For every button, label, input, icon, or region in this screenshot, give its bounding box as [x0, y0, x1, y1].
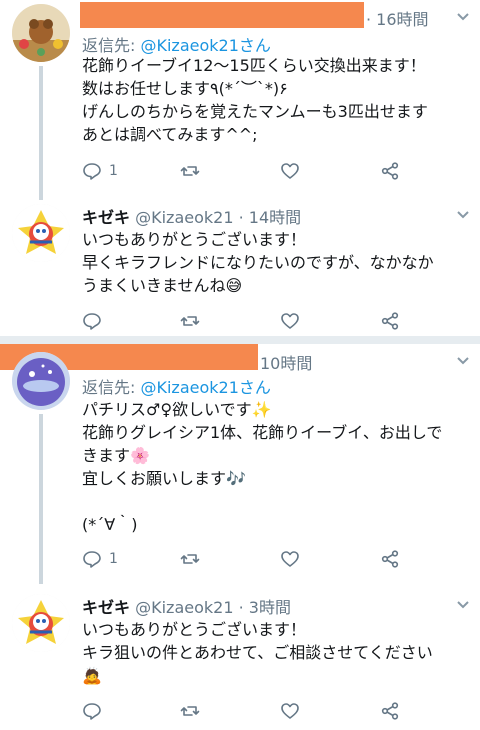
- share-button[interactable]: [380, 700, 400, 722]
- caret-down-icon[interactable]: [456, 10, 470, 24]
- reply-button[interactable]: [82, 310, 102, 332]
- like-icon: [281, 163, 299, 179]
- retweet-button[interactable]: [180, 700, 200, 722]
- redacted-user-name: [80, 2, 364, 28]
- tweet-3[interactable]: 10時間 返信先: @Kizaeok21さん パチリス♂♀欲しいです✨ 花飾りグ…: [0, 344, 480, 584]
- like-button[interactable]: [280, 310, 300, 332]
- retweet-icon: [180, 554, 200, 564]
- tweet-2[interactable]: キゼキ @Kizaeok21 · 14時間 いつもありがとうございます！ 早くキ…: [0, 196, 480, 336]
- reply-icon: [83, 163, 101, 180]
- share-icon: [381, 162, 399, 180]
- share-button[interactable]: [380, 548, 400, 570]
- reply-icon: [83, 551, 101, 568]
- reply-icon: [83, 703, 101, 720]
- reply-button[interactable]: 1: [82, 160, 118, 182]
- thread-line: [39, 66, 43, 200]
- caret-down-icon[interactable]: [456, 208, 470, 222]
- tweet-text-line: 宜しくお願いします🎶: [82, 469, 246, 488]
- reply-context: 返信先: @Kizaeok21さん: [82, 374, 271, 398]
- retweet-button[interactable]: [180, 310, 200, 332]
- retweet-icon: [180, 316, 200, 326]
- tweet-text: 花飾りイーブイ12〜15匹くらい交換出来ます！ 数はお任せします٩(*´︶`*)…: [82, 54, 462, 146]
- reply-context: 返信先: @Kizaeok21さん: [82, 32, 271, 56]
- tweet-text-line: 🙇: [82, 666, 102, 685]
- tweet-text-line: パチリス♂♀欲しいです✨: [82, 400, 272, 419]
- tweet-actions: [82, 310, 422, 334]
- like-icon: [281, 703, 299, 719]
- reply-mention[interactable]: @Kizaeok21さん: [140, 36, 270, 55]
- tweet-text-line: げんしのちからを覚えたマンムーも3匹出せます: [82, 102, 428, 121]
- tweet-header: キゼキ @Kizaeok21 · 14時間: [82, 204, 301, 228]
- caret-down-icon[interactable]: [456, 354, 470, 368]
- tweet-actions: [82, 700, 422, 724]
- avatar[interactable]: [12, 4, 70, 62]
- tweet-header: 10時間: [260, 350, 312, 374]
- retweet-icon: [180, 166, 200, 176]
- tweet-text-line: いつもありがとうございます！: [82, 230, 307, 249]
- share-button[interactable]: [380, 160, 400, 182]
- user-name[interactable]: キゼキ: [82, 208, 130, 227]
- share-icon: [381, 702, 399, 720]
- tweet-header: · 16時間: [366, 6, 429, 30]
- conversation-separator: [0, 336, 480, 344]
- like-icon: [281, 551, 299, 567]
- tweet-text-line: 数はお任せします٩(*´︶`*)۶: [82, 79, 288, 98]
- share-button[interactable]: [380, 310, 400, 332]
- like-icon: [281, 313, 299, 329]
- like-button[interactable]: [280, 160, 300, 182]
- avatar[interactable]: [12, 352, 70, 410]
- avatar[interactable]: [12, 594, 70, 652]
- tweet-text-line: [82, 490, 462, 513]
- tweet-text: いつもありがとうございます！ 早くキラフレンドになりたいのですが、なかなか うま…: [82, 228, 462, 297]
- tweet-header: キゼキ @Kizaeok21 · 3時間: [82, 594, 291, 618]
- avatar[interactable]: [12, 204, 70, 262]
- tweet-timestamp: 10時間: [260, 354, 313, 373]
- tweet-text-line: いつもありがとうございます！: [82, 620, 307, 639]
- retweet-button[interactable]: [180, 548, 200, 570]
- tweet-text-line: きます🌸: [82, 446, 150, 465]
- retweet-button[interactable]: [180, 160, 200, 182]
- tweet-text: パチリス♂♀欲しいです✨ 花飾りグレイシア1体、花飾りイーブイ、お出しで きます…: [82, 398, 462, 536]
- tweet-actions: 1: [82, 548, 422, 572]
- reply-count: 1: [109, 163, 118, 179]
- tweet-actions: 1: [82, 160, 422, 184]
- tweet-1[interactable]: · 16時間 返信先: @Kizaeok21さん 花飾りイーブイ12〜15匹くら…: [0, 0, 480, 200]
- tweet-text-line: 花飾りイーブイ12〜15匹くらい交換出来ます！: [82, 56, 426, 75]
- user-name[interactable]: キゼキ: [82, 598, 130, 617]
- reply-button[interactable]: 1: [82, 548, 118, 570]
- share-icon: [381, 312, 399, 330]
- like-button[interactable]: [280, 548, 300, 570]
- tweet-timestamp: · 16時間: [366, 10, 429, 29]
- tweet-text-line: あとは調べてみます^^;: [82, 125, 258, 144]
- user-handle-time: @Kizaeok21 · 3時間: [135, 598, 291, 617]
- like-button[interactable]: [280, 700, 300, 722]
- retweet-icon: [180, 706, 200, 716]
- tweet-text-line: うまくいきませんね😅: [82, 276, 243, 295]
- reply-count: 1: [109, 551, 118, 567]
- tweet-text-line: (*´∀｀): [82, 515, 138, 534]
- tweet-text-line: キラ狙いの件とあわせて、ご相談させてください: [82, 643, 433, 662]
- reply-icon: [83, 313, 101, 330]
- tweet-text-line: 早くキラフレンドになりたいのですが、なかなか: [82, 253, 434, 272]
- caret-down-icon[interactable]: [456, 598, 470, 612]
- thread-line: [39, 414, 43, 584]
- reply-button[interactable]: [82, 700, 102, 722]
- tweet-4[interactable]: キゼキ @Kizaeok21 · 3時間 いつもありがとうございます！ キラ狙い…: [0, 586, 480, 730]
- reply-prefix: 返信先:: [82, 36, 141, 55]
- share-icon: [381, 550, 399, 568]
- tweet-text-line: 花飾りグレイシア1体、花飾りイーブイ、お出しで: [82, 423, 443, 442]
- reply-prefix: 返信先:: [82, 378, 141, 397]
- user-handle-time: @Kizaeok21 · 14時間: [135, 208, 302, 227]
- reply-mention[interactable]: @Kizaeok21さん: [140, 378, 270, 397]
- tweet-text: いつもありがとうございます！ キラ狙いの件とあわせて、ご相談させてください 🙇: [82, 618, 462, 687]
